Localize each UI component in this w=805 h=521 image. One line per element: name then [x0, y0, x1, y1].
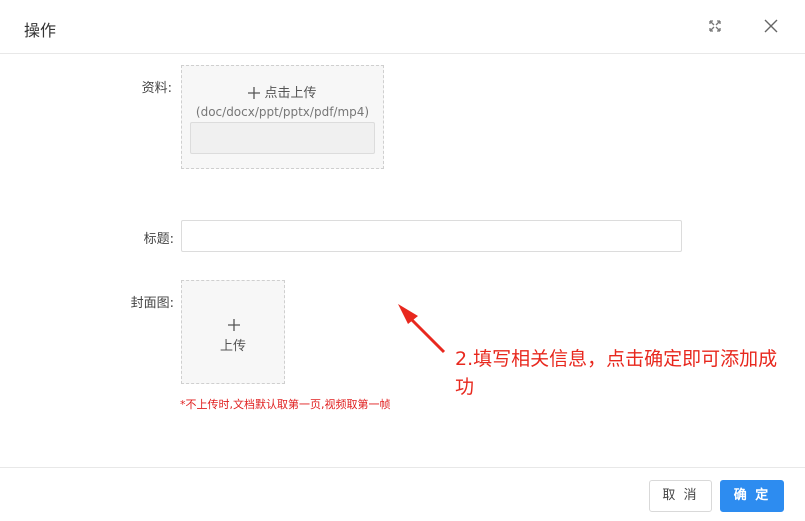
cancel-button[interactable]: 取 消 [649, 480, 712, 512]
annotation-text: 2.填写相关信息，点击确定即可添加成功 [455, 348, 778, 398]
plus-icon [248, 87, 261, 103]
dialog: 操作 资料: 点击上传 (doc/docx/ppt/pptx/pdf/mp4) … [0, 0, 805, 521]
fullscreen-icon[interactable] [707, 18, 725, 36]
cover-label: 封面图: [130, 296, 174, 311]
file-label: 资料: [141, 81, 172, 96]
cover-upload-area[interactable]: 上传 [181, 280, 285, 384]
plus-icon [228, 316, 240, 335]
close-icon[interactable] [763, 18, 781, 36]
file-format-hint: (doc/docx/ppt/pptx/pdf/mp4) [195, 105, 370, 119]
dialog-footer: 取 消 确 定 [0, 467, 805, 521]
dialog-header: 操作 [0, 0, 805, 54]
file-upload-button[interactable]: 点击上传 [182, 82, 383, 103]
title-input[interactable] [181, 220, 682, 252]
file-preview-field [190, 122, 375, 154]
annotation-arrow [392, 296, 450, 362]
cover-upload-label: 上传 [219, 339, 246, 354]
cover-note: *不上传时,文档默认取第一页,视频取第一帧 [180, 398, 391, 411]
file-upload-label: 点击上传 [264, 86, 317, 101]
confirm-button[interactable]: 确 定 [720, 480, 784, 512]
title-label: 标题: [143, 232, 174, 247]
dialog-title: 操作 [24, 21, 57, 40]
file-upload-area[interactable]: 点击上传 (doc/docx/ppt/pptx/pdf/mp4) [181, 65, 384, 169]
